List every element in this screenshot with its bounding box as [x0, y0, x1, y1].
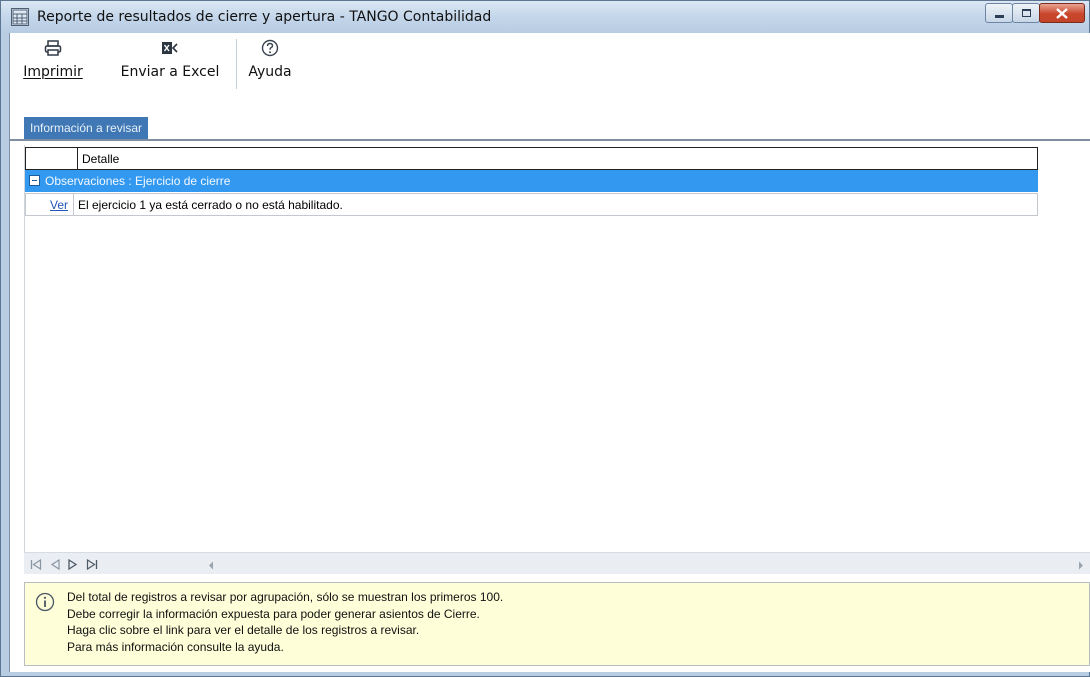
results-grid: Detalle Observaciones : Ejercicio de cie…: [24, 145, 1090, 562]
info-text: Del total de registros a revisar por agr…: [67, 589, 503, 655]
group-label: Observaciones : Ejercicio de cierre: [45, 174, 231, 188]
previous-record-button[interactable]: [50, 558, 60, 570]
row-detail: El ejercicio 1 ya está cerrado o no está…: [78, 198, 343, 212]
navigation-bar: [24, 552, 1090, 574]
help-label: Ayuda: [248, 64, 292, 80]
close-icon: [1056, 7, 1068, 19]
maximize-button[interactable]: [1012, 3, 1040, 23]
print-label: Imprimir: [23, 64, 83, 80]
close-button[interactable]: [1039, 3, 1085, 23]
toolbar: Imprimir Enviar a Excel Ayuda: [10, 33, 1090, 117]
scroll-right-button[interactable]: [1078, 559, 1084, 573]
print-button[interactable]: Imprimir: [10, 39, 96, 87]
column-header-detalle[interactable]: Detalle: [78, 148, 1038, 169]
send-to-excel-button[interactable]: Enviar a Excel: [114, 39, 226, 87]
printer-icon: [44, 39, 62, 57]
client-area: Imprimir Enviar a Excel Ayuda Informació…: [9, 33, 1090, 672]
info-line: Haga clic sobre el link para ver el deta…: [67, 623, 420, 637]
excel-icon: [162, 39, 178, 57]
last-record-button[interactable]: [86, 558, 98, 570]
grid-header: Detalle: [25, 147, 1038, 170]
excel-label: Enviar a Excel: [120, 64, 220, 80]
next-record-icon: [68, 558, 78, 570]
first-record-button[interactable]: [30, 558, 42, 570]
table-row: Ver El ejercicio 1 ya está cerrado o no …: [25, 193, 1038, 216]
info-icon: [35, 592, 55, 612]
window-title: Reporte de resultados de cierre y apertu…: [37, 9, 492, 25]
ver-link[interactable]: Ver: [26, 194, 74, 215]
info-line: Del total de registros a revisar por agr…: [67, 590, 504, 604]
tab-informacion-a-revisar[interactable]: Información a revisar: [24, 117, 149, 140]
next-record-button[interactable]: [68, 558, 78, 570]
help-button[interactable]: Ayuda: [242, 39, 298, 87]
collapse-icon[interactable]: [29, 175, 40, 186]
help-icon: [261, 39, 279, 57]
report-grid-icon: [11, 8, 29, 26]
info-panel: Del total de registros a revisar por agr…: [24, 582, 1090, 666]
previous-record-icon: [50, 558, 60, 570]
scroll-right-icon: [1079, 561, 1083, 570]
minimize-icon: [994, 14, 1004, 18]
scroll-left-icon: [209, 561, 213, 570]
last-record-icon: [86, 558, 98, 570]
first-record-icon: [30, 558, 42, 570]
group-row-observaciones[interactable]: Observaciones : Ejercicio de cierre: [25, 170, 1038, 192]
info-line: Para más información consulte la ayuda.: [67, 639, 284, 654]
app-window: Reporte de resultados de cierre y apertu…: [0, 0, 1090, 677]
window-controls: [985, 3, 1085, 23]
column-header-blank: [26, 148, 78, 169]
tab-underline: [10, 139, 1090, 141]
info-line: Debe corregir la información expuesta pa…: [67, 606, 480, 621]
maximize-icon: [1021, 9, 1031, 17]
minimize-button[interactable]: [985, 3, 1013, 23]
scroll-left-button[interactable]: [208, 559, 214, 573]
title-bar[interactable]: Reporte de resultados de cierre y apertu…: [1, 1, 1089, 33]
toolbar-separator: [236, 39, 237, 89]
